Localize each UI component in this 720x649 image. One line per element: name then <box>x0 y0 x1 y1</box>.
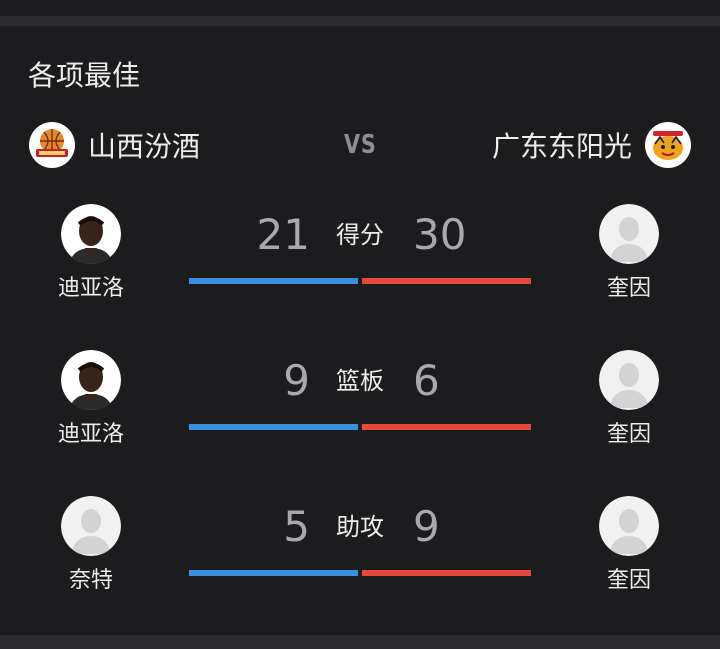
top-separator <box>0 0 720 26</box>
section-title: 各项最佳 <box>28 59 141 92</box>
away-stat-bar <box>362 570 531 576</box>
away-player[interactable]: 奎因 <box>569 496 689 594</box>
home-stat-value: 5 <box>283 502 310 551</box>
default-avatar-icon <box>599 350 659 410</box>
home-stat-bar <box>189 570 358 576</box>
guangdong-team-logo-icon <box>645 122 691 168</box>
away-player[interactable]: 奎因 <box>569 204 689 302</box>
default-avatar-icon <box>599 204 659 264</box>
away-player-name: 奎因 <box>606 422 651 447</box>
player-photo-avatar <box>61 350 121 410</box>
home-player-name: 奈特 <box>68 568 113 593</box>
vs-label: VS <box>344 130 377 160</box>
home-player[interactable]: 迪亚洛 <box>31 350 151 448</box>
home-stat-bar <box>189 278 358 284</box>
player-photo-avatar <box>61 204 121 264</box>
stat-row-points: 迪亚洛 21 得分 30 奎因 <box>0 204 720 314</box>
away-stat-bar <box>362 424 531 430</box>
bottom-separator <box>0 635 720 649</box>
home-player[interactable]: 奈特 <box>31 496 151 594</box>
stat-label: 篮板 <box>336 367 384 395</box>
default-avatar-icon <box>61 496 121 556</box>
away-player-name: 奎因 <box>606 568 651 593</box>
home-player-name: 迪亚洛 <box>57 422 124 447</box>
away-stat-bar <box>362 278 531 284</box>
stat-label: 得分 <box>336 221 384 249</box>
away-stat-value: 6 <box>413 356 440 405</box>
home-team-name: 山西汾酒 <box>88 130 201 163</box>
home-player-name: 迪亚洛 <box>57 276 124 301</box>
home-stat-bar <box>189 424 358 430</box>
home-stat-value: 21 <box>256 210 310 259</box>
home-player[interactable]: 迪亚洛 <box>31 204 151 302</box>
away-stat-value: 30 <box>413 210 467 259</box>
stat-row-assists: 奈特 5 助攻 9 奎因 <box>0 496 720 606</box>
best-players-card: 各项最佳 山西汾酒 VS 广东东阳光 迪亚洛 21 得分 30 奎因 迪亚洛 9… <box>0 26 720 635</box>
away-player-name: 奎因 <box>606 276 651 301</box>
stat-label: 助攻 <box>336 513 384 541</box>
stat-row-rebounds: 迪亚洛 9 篮板 6 奎因 <box>0 350 720 460</box>
default-avatar-icon <box>599 496 659 556</box>
home-stat-value: 9 <box>283 356 310 405</box>
home-team[interactable]: 山西汾酒 <box>29 122 200 168</box>
away-player[interactable]: 奎因 <box>569 350 689 448</box>
away-team-name: 广东东阳光 <box>491 130 632 163</box>
shanxi-team-logo-icon <box>29 122 75 168</box>
away-team[interactable]: 广东东阳光 <box>492 122 691 168</box>
away-stat-value: 9 <box>413 502 440 551</box>
